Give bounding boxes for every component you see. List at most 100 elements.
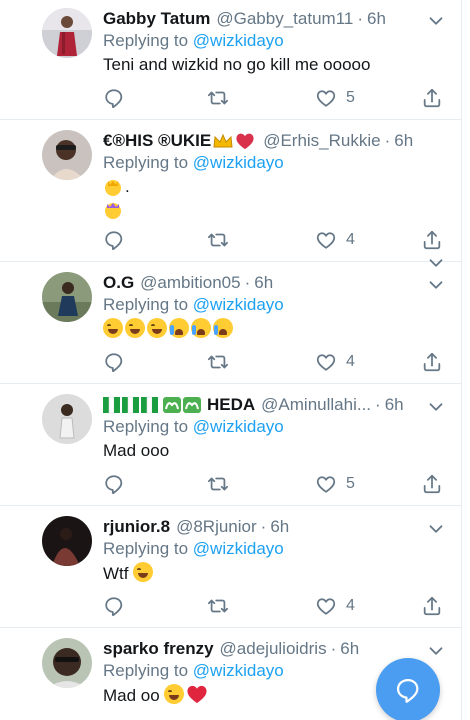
reply-button[interactable] <box>103 350 125 374</box>
reply-button[interactable] <box>103 472 125 496</box>
avatar[interactable] <box>42 8 92 58</box>
user-handle[interactable]: @Gabby_tatum11 <box>216 8 353 30</box>
tweet-text-punct: . <box>125 177 130 196</box>
share-button[interactable] <box>421 594 443 618</box>
user-handle[interactable]: @Aminullahi... <box>261 394 371 416</box>
chevron-down-icon[interactable] <box>425 396 447 418</box>
timestamp[interactable]: 6h <box>340 638 359 660</box>
tweet-body: Wtf <box>103 562 451 585</box>
mention-link[interactable]: @wizkidayo <box>193 661 284 680</box>
share-icon <box>421 473 443 495</box>
separator-dot: · <box>375 395 381 414</box>
user-handle[interactable]: @Erhis_Rukkie <box>263 130 380 152</box>
tweet-actions: 4 <box>103 350 451 374</box>
share-button[interactable] <box>421 472 443 496</box>
heart-icon <box>315 595 337 617</box>
display-name[interactable]: €®HIS ®UKIE <box>103 130 211 152</box>
mention-link[interactable]: @wizkidayo <box>193 417 284 436</box>
chevron-down-icon[interactable] <box>425 518 447 540</box>
red-heart-emoji <box>186 684 208 710</box>
tweet-emoji-row <box>103 318 451 341</box>
tweet-actions: 5 <box>103 472 451 496</box>
timestamp[interactable]: 6h <box>394 130 413 152</box>
crying-emoji <box>191 318 211 338</box>
retweet-button[interactable] <box>207 228 229 252</box>
share-icon <box>421 595 443 617</box>
separator-dot: · <box>260 517 267 536</box>
reply-button[interactable] <box>103 86 125 110</box>
avatar[interactable] <box>42 516 92 566</box>
replying-to-label: Replying to <box>103 295 189 314</box>
display-name[interactable]: rjunior.8 <box>103 516 170 538</box>
like-count: 4 <box>346 353 355 370</box>
avatar[interactable] <box>42 130 92 180</box>
like-button[interactable]: 5 <box>315 472 355 496</box>
user-handle[interactable]: @adejulioidris <box>220 638 327 660</box>
mention-link[interactable]: @wizkidayo <box>193 295 284 314</box>
retweet-button[interactable] <box>207 594 229 618</box>
chevron-down-icon[interactable] <box>425 10 447 32</box>
display-name[interactable]: HEDA <box>207 394 255 416</box>
tweet[interactable]: O.G @ambition05 · 6h Replying to @wizkid… <box>0 262 461 384</box>
separator-dot: · <box>330 639 337 658</box>
retweet-button[interactable] <box>207 350 229 374</box>
like-count: 4 <box>346 597 355 614</box>
timestamp[interactable]: 6h <box>367 8 386 30</box>
user-handle[interactable]: @ambition05 <box>140 272 240 294</box>
separator-dot: · <box>384 131 391 150</box>
reply-button[interactable] <box>103 594 125 618</box>
heart-icon <box>315 87 337 109</box>
like-button[interactable]: 4 <box>315 228 355 252</box>
share-icon <box>421 229 443 251</box>
mention-link[interactable]: @wizkidayo <box>193 31 284 50</box>
tweet[interactable]: HEDA @Aminullahi... · 6h Replying to @wi… <box>0 384 461 506</box>
reply-button[interactable] <box>103 228 125 252</box>
share-button[interactable] <box>421 350 443 374</box>
timestamp[interactable]: 6h <box>254 272 273 294</box>
share-icon <box>421 351 443 373</box>
like-count: 5 <box>346 89 355 106</box>
display-name[interactable]: O.G <box>103 272 134 294</box>
tweet-text: Mad ooo <box>103 441 170 460</box>
display-name[interactable]: sparko frenzy <box>103 638 214 660</box>
display-name[interactable]: Gabby Tatum <box>103 8 210 30</box>
laughing-emoji <box>125 318 145 338</box>
reply-icon <box>103 473 125 495</box>
mention-link[interactable]: @wizkidayo <box>193 153 284 172</box>
tweet[interactable]: €®HIS ®UKIE @Erhis_Rukkie · 6h Replying … <box>0 120 461 262</box>
like-button[interactable]: 4 <box>315 350 355 374</box>
compose-reply-button[interactable] <box>376 658 440 720</box>
share-button[interactable] <box>421 86 443 110</box>
mention-link[interactable]: @wizkidayo <box>193 539 284 558</box>
separator-dot: · <box>357 9 364 28</box>
replying-to-label: Replying to <box>103 31 189 50</box>
compose-reply-icon <box>396 678 419 703</box>
replying-to: Replying to @wizkidayo <box>103 294 451 316</box>
like-button[interactable]: 4 <box>315 594 355 618</box>
tweet[interactable]: rjunior.8 @8Rjunior · 6h Replying to @wi… <box>0 506 461 628</box>
avatar[interactable] <box>42 394 92 444</box>
share-button[interactable] <box>421 228 443 252</box>
user-handle[interactable]: @8Rjunior <box>176 516 257 538</box>
timestamp[interactable]: 6h <box>270 516 289 538</box>
crying-emoji <box>213 318 233 338</box>
tweet-text: Mad oo <box>103 686 160 705</box>
avatar[interactable] <box>42 272 92 322</box>
replying-to-label: Replying to <box>103 539 189 558</box>
replying-to-label: Replying to <box>103 153 189 172</box>
retweet-icon <box>207 351 229 373</box>
laughing-emoji <box>103 318 123 338</box>
retweet-button[interactable] <box>207 86 229 110</box>
separator-dot: · <box>244 273 251 292</box>
laughing-emoji <box>147 318 167 338</box>
timestamp[interactable]: 6h <box>385 394 404 416</box>
laughing-emoji <box>164 684 185 704</box>
share-icon <box>421 87 443 109</box>
retweet-icon <box>207 87 229 109</box>
avatar[interactable] <box>42 638 92 688</box>
chevron-down-icon[interactable] <box>425 274 447 296</box>
chevron-down-icon[interactable] <box>425 640 447 662</box>
tweet[interactable]: Gabby Tatum @Gabby_tatum11 · 6h Replying… <box>0 0 461 120</box>
retweet-button[interactable] <box>207 472 229 496</box>
like-button[interactable]: 5 <box>315 86 355 110</box>
